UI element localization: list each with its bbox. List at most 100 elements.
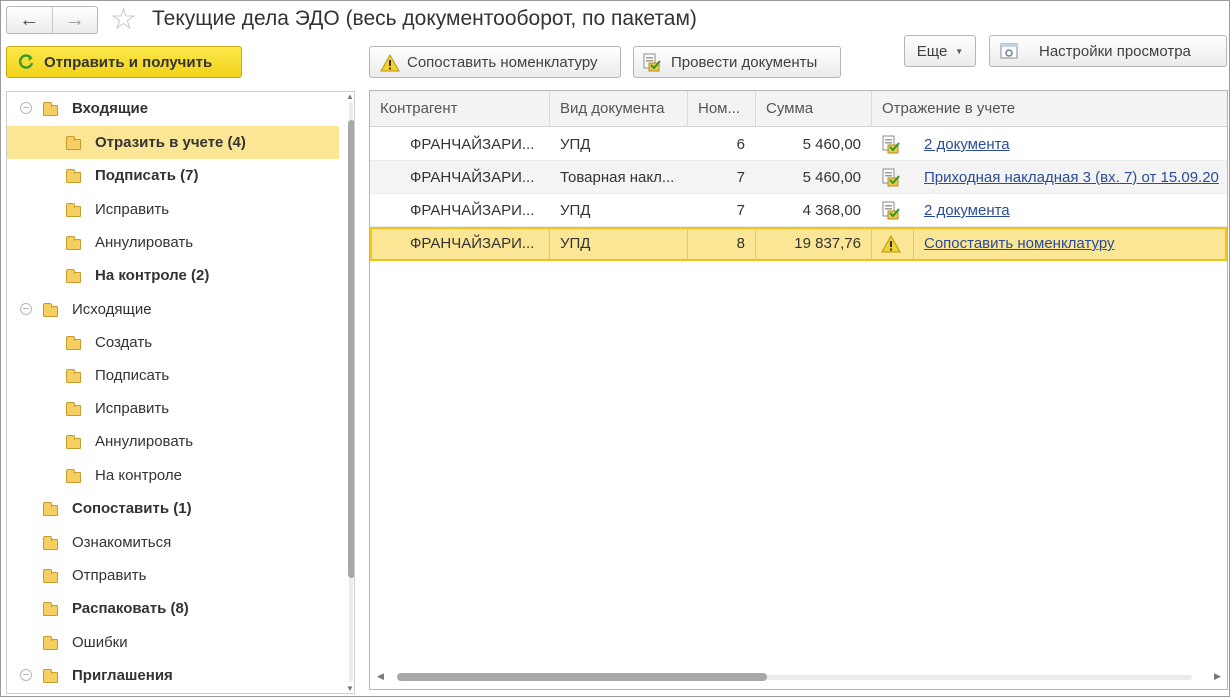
back-arrow-icon[interactable]: ←	[7, 7, 52, 33]
more-menu-button[interactable]: Еще ▼	[904, 35, 976, 67]
table-horizontal-scrollbar[interactable]: ◀ ▶	[374, 671, 1224, 683]
sum-cell: 19 837,76	[756, 229, 872, 259]
tree-item-annul-out[interactable]: Аннулировать	[7, 425, 339, 458]
table-row[interactable]: ФРАНЧАЙЗАРИ... УПД 7 4 368,00 2 документ…	[370, 194, 1227, 227]
column-header-sum[interactable]: Сумма	[756, 91, 872, 127]
scroll-thumb[interactable]	[397, 673, 767, 681]
page-title: Текущие дела ЭДО (весь документооборот, …	[152, 7, 697, 30]
tree-item-reflect[interactable]: Отразить в учете (4)	[7, 126, 339, 159]
tree-item-label: Отправить	[72, 567, 147, 584]
folder-icon	[43, 669, 58, 683]
tree-item-review[interactable]: Ознакомиться	[7, 526, 339, 559]
scroll-right-arrow-icon[interactable]: ▶	[1214, 671, 1221, 682]
tree-item-match[interactable]: Сопоставить (1)	[7, 492, 339, 525]
collapse-icon[interactable]: −	[20, 303, 32, 315]
counterparty-cell: ФРАНЧАЙЗАРИ...	[410, 169, 535, 186]
reflection-link[interactable]: Сопоставить номенклатуру	[924, 229, 1224, 259]
post-documents-button[interactable]: Провести документы	[633, 46, 841, 78]
tree-item-control[interactable]: На контроле (2)	[7, 259, 339, 292]
tree-item-create[interactable]: Создать	[7, 326, 339, 359]
number-cell: 7	[736, 202, 745, 219]
scroll-left-arrow-icon[interactable]: ◀	[377, 671, 384, 682]
folder-icon	[66, 169, 81, 183]
tree-item-label: Сопоставить (1)	[72, 500, 192, 517]
post-documents-label: Провести документы	[671, 54, 818, 71]
tree-item-label: Подписать	[95, 367, 170, 384]
number-cell: 8	[688, 229, 756, 259]
table-row[interactable]: ФРАНЧАЙЗАРИ... Товарная накл... 7 5 460,…	[370, 161, 1227, 194]
navigation-buttons: ← →	[6, 6, 98, 34]
folder-icon	[66, 236, 81, 250]
match-nomenclature-label: Сопоставить номенклатуру	[407, 54, 598, 71]
tree-vertical-scrollbar[interactable]: ▲ ▼	[346, 92, 354, 693]
tree-item-label: Исходящие	[72, 301, 152, 318]
table-row[interactable]: ФРАНЧАЙЗАРИ... УПД 6 5 460,00 2 документ…	[370, 128, 1227, 161]
reflection-link[interactable]: 2 документа	[924, 128, 1227, 161]
tree-item-invitations[interactable]: − Приглашения	[7, 659, 339, 692]
tree-item-sign-out[interactable]: Подписать	[7, 359, 339, 392]
folder-icon	[66, 336, 81, 350]
send-receive-button[interactable]: Отправить и получить	[6, 46, 242, 78]
tree-item-send[interactable]: Отправить	[7, 559, 339, 592]
tree-item-label: Ошибки	[72, 634, 128, 651]
folder-icon	[66, 369, 81, 383]
favorite-star-icon[interactable]: ☆	[110, 3, 137, 37]
sum-cell: 4 368,00	[802, 202, 861, 219]
column-header-reflection[interactable]: Отражение в учете	[872, 91, 1227, 127]
tree-item-label: Распаковать (8)	[72, 600, 189, 617]
dropdown-arrow-icon: ▼	[955, 46, 964, 56]
counterparty-cell: ФРАНЧАЙЗАРИ...	[410, 202, 535, 219]
forward-arrow-icon[interactable]: →	[51, 7, 98, 33]
folder-icon	[43, 536, 58, 550]
scroll-thumb[interactable]	[348, 120, 354, 578]
more-label: Еще	[916, 42, 948, 60]
folder-icon	[43, 102, 58, 116]
posted-document-icon	[881, 161, 905, 194]
scroll-down-arrow-icon[interactable]: ▼	[346, 684, 354, 693]
collapse-icon[interactable]: −	[20, 669, 32, 681]
column-header-counterparty[interactable]: Контрагент	[370, 91, 550, 127]
tree-item-fix[interactable]: Исправить	[7, 193, 339, 226]
tree-item-control-out[interactable]: На контроле	[7, 459, 339, 492]
table-row-selected[interactable]: ФРАНЧАЙЗАРИ... УПД 8 19 837,76 Сопостави…	[370, 227, 1227, 261]
tree-item-label: Подписать (7)	[95, 167, 199, 184]
tree-item-errors[interactable]: Ошибки	[7, 626, 339, 659]
column-header-number[interactable]: Ном...	[688, 91, 756, 127]
settings-icon	[1000, 43, 1018, 59]
folder-icon	[43, 636, 58, 650]
tree-item-label: Ознакомиться	[72, 534, 172, 551]
posted-document-icon	[881, 128, 905, 161]
folder-tree: − Входящие Отразить в учете (4) Подписат…	[6, 91, 355, 694]
tree-item-label: На контроле	[95, 467, 183, 484]
number-cell: 7	[736, 169, 745, 186]
folder-icon	[66, 435, 81, 449]
reflection-link[interactable]: 2 документа	[924, 194, 1227, 227]
table-header: Контрагент Вид документа Ном... Сумма От…	[370, 91, 1227, 127]
tree-item-label: Приглашения	[72, 667, 173, 684]
tree-item-label: Создать	[95, 334, 153, 351]
doc-type-cell: УПД	[560, 202, 591, 219]
doc-type-cell: Товарная накл...	[560, 169, 675, 186]
collapse-icon[interactable]: −	[20, 102, 32, 114]
tree-item-outgoing[interactable]: − Исходящие	[7, 293, 339, 326]
tree-item-annul[interactable]: Аннулировать	[7, 226, 339, 259]
scroll-up-arrow-icon[interactable]: ▲	[346, 92, 354, 101]
column-header-doc-type[interactable]: Вид документа	[550, 91, 688, 127]
tree-item-incoming[interactable]: − Входящие	[7, 92, 339, 125]
tree-item-label: Исправить	[95, 201, 170, 218]
post-document-icon	[642, 53, 662, 73]
reflection-link[interactable]: Приходная накладная 3 (вх. 7) от 15.09.2…	[924, 161, 1227, 194]
folder-icon	[66, 136, 81, 150]
posted-document-icon	[881, 194, 905, 227]
send-receive-label: Отправить и получить	[44, 54, 213, 71]
tree-item-label: Аннулировать	[95, 234, 194, 251]
view-settings-button[interactable]: Настройки просмотра	[989, 35, 1227, 67]
tree-item-unpack[interactable]: Распаковать (8)	[7, 592, 339, 625]
warning-icon	[872, 229, 914, 259]
match-nomenclature-button[interactable]: Сопоставить номенклатуру	[369, 46, 621, 78]
tree-item-sign[interactable]: Подписать (7)	[7, 159, 339, 192]
doc-type-cell: УПД	[550, 229, 688, 259]
sum-cell: 5 460,00	[802, 169, 861, 186]
tree-item-fix-out[interactable]: Исправить	[7, 392, 339, 425]
doc-type-cell: УПД	[560, 136, 591, 153]
